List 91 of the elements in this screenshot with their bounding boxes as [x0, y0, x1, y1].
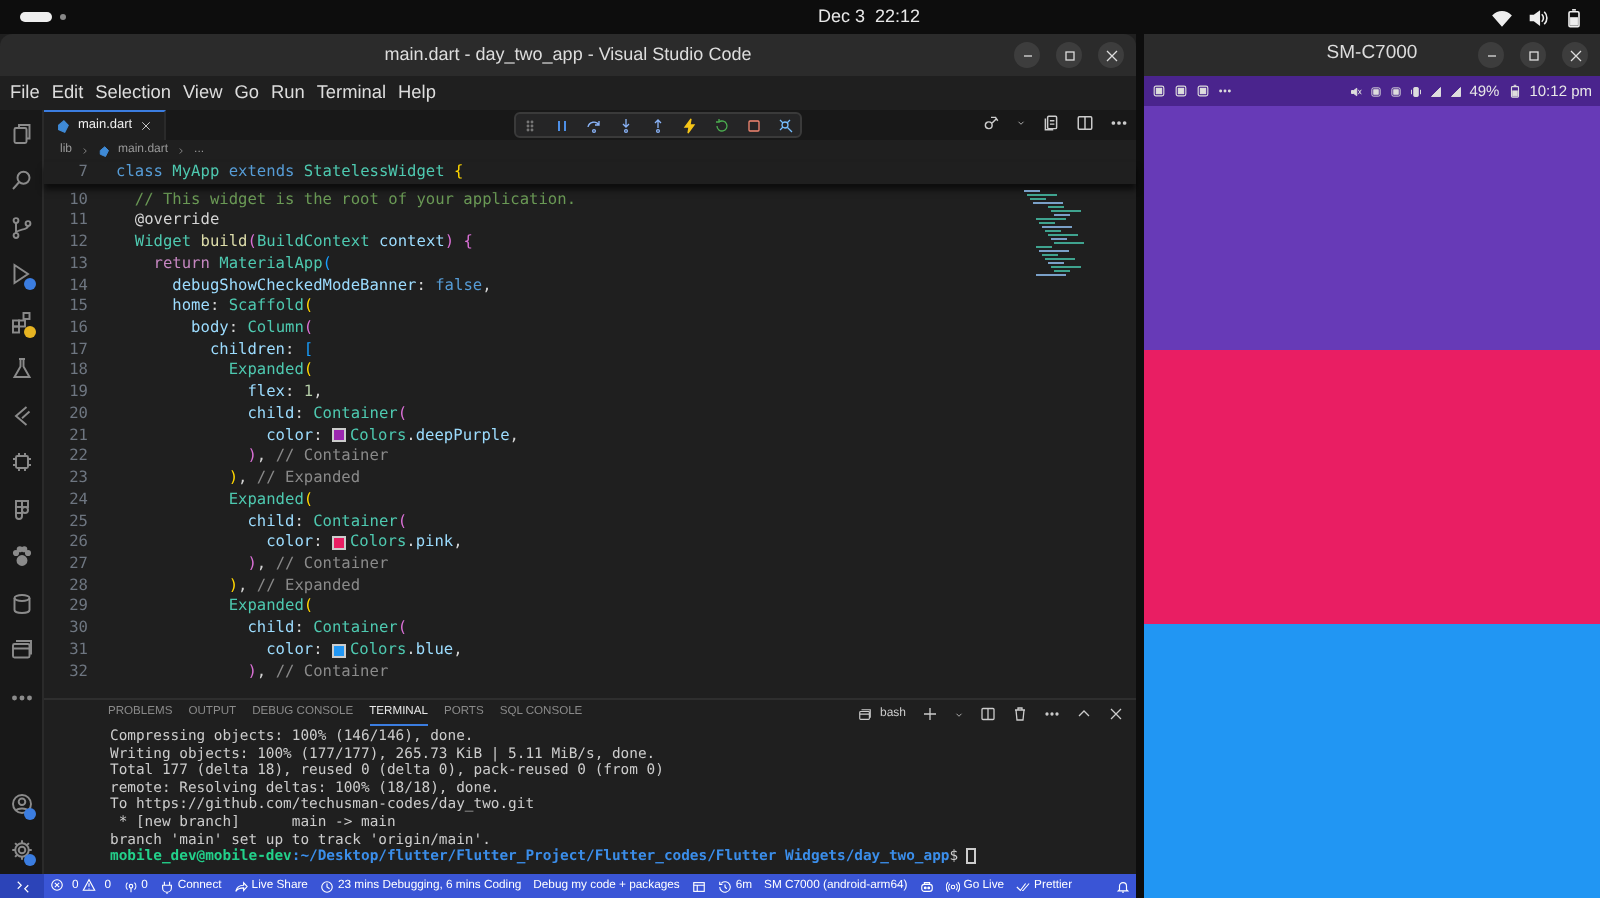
minimize-button[interactable] [1014, 42, 1040, 68]
activities-icon[interactable] [20, 12, 52, 22]
close-icon [1103, 47, 1119, 63]
remote-icon[interactable] [15, 879, 29, 893]
battery-icon[interactable] [1563, 7, 1584, 27]
menu-item[interactable]: File [4, 79, 46, 107]
close-icon[interactable] [140, 120, 153, 132]
close-button[interactable] [1098, 42, 1124, 68]
caret-icon [80, 146, 91, 156]
warning-icon [82, 878, 97, 893]
dart-file-icon [56, 119, 70, 133]
notification-icon [1369, 85, 1382, 97]
maximize-button[interactable] [1056, 42, 1082, 68]
close-icon [1567, 47, 1583, 63]
step-out-icon[interactable] [650, 117, 666, 133]
plug-icon [159, 879, 174, 893]
maximize-button[interactable] [1520, 42, 1546, 68]
mute-icon [1349, 85, 1362, 97]
error-icon [50, 878, 64, 893]
menu-item[interactable]: Run [264, 79, 311, 107]
wifi-icon[interactable] [1491, 7, 1512, 27]
broadcast-icon [945, 879, 960, 893]
double-check-icon [1016, 879, 1031, 893]
pause-icon[interactable] [554, 117, 570, 133]
color-swatch[interactable] [331, 536, 346, 551]
layout-icon[interactable] [691, 879, 706, 893]
blocks-icon[interactable] [9, 309, 33, 334]
close-button[interactable] [1562, 42, 1588, 68]
cylinder-icon[interactable] [9, 591, 33, 616]
history-icon [717, 879, 732, 893]
speaker-icon[interactable] [1527, 7, 1548, 27]
stop-icon[interactable] [746, 117, 762, 133]
share-icon [233, 879, 248, 893]
clock[interactable]: Dec 3 22:12 [637, 3, 921, 31]
chevron-icon[interactable] [9, 403, 33, 428]
paw-icon[interactable] [9, 544, 33, 569]
step-into-icon[interactable] [618, 117, 634, 133]
settings-icon[interactable] [9, 838, 33, 863]
restart-icon[interactable] [714, 117, 730, 133]
color-swatch[interactable] [331, 643, 346, 658]
vibrate-icon [1409, 85, 1422, 97]
run-menu-icon[interactable] [982, 114, 1000, 132]
close-icon[interactable] [1108, 706, 1124, 722]
chevron-up-icon[interactable] [1076, 706, 1092, 722]
notification-icon [1174, 84, 1188, 98]
text-cursor [966, 848, 977, 865]
shapes-icon[interactable] [9, 497, 33, 522]
flask-icon[interactable] [9, 356, 33, 381]
notification-icon [1152, 84, 1166, 98]
caret-icon[interactable] [1016, 118, 1026, 128]
branch-icon[interactable] [9, 215, 33, 240]
plus-icon[interactable] [922, 706, 938, 722]
files-icon[interactable] [9, 121, 33, 146]
notification-icon [1389, 85, 1402, 97]
stacked-windows-icon[interactable] [857, 707, 872, 721]
chip-icon[interactable] [9, 450, 33, 475]
account-icon[interactable] [9, 791, 33, 816]
maximize-icon [1525, 47, 1541, 63]
play-icon[interactable] [9, 262, 33, 287]
split-editor-icon[interactable] [1076, 114, 1094, 132]
color-swatch[interactable] [331, 428, 346, 443]
minimize-button[interactable] [1478, 42, 1504, 68]
menu-item[interactable]: Help [392, 79, 442, 107]
caret-icon [176, 146, 187, 156]
menu-item[interactable]: View [176, 79, 229, 107]
antenna-icon [123, 879, 138, 893]
maximize-icon [1061, 47, 1077, 63]
menu-item[interactable]: Go [228, 79, 265, 107]
step-over-icon[interactable] [586, 117, 602, 133]
workspace-dot-icon [60, 14, 66, 20]
menu-item[interactable]: Terminal [310, 79, 393, 107]
split-editor-icon[interactable] [980, 706, 996, 722]
compare-icon[interactable] [1042, 114, 1060, 132]
stopwatch-icon [319, 879, 334, 893]
window-title: SM-C7000 [1326, 40, 1418, 69]
menu-item[interactable]: Selection [89, 79, 177, 107]
window-title: main.dart - day_two_app - Visual Studio Code [384, 41, 752, 68]
lightning-icon[interactable] [682, 117, 698, 133]
notification-icon [1196, 84, 1210, 98]
bell-icon[interactable] [1116, 879, 1130, 893]
menu-item[interactable]: Edit [45, 79, 90, 107]
grip-icon[interactable] [522, 117, 538, 133]
more-icon [1218, 84, 1232, 98]
battery-icon [1507, 84, 1522, 98]
dart-file-icon [98, 145, 111, 157]
stacked-windows-icon[interactable] [9, 638, 33, 663]
trash-icon[interactable] [1012, 706, 1028, 722]
caret-icon[interactable] [954, 709, 964, 719]
robot-icon[interactable] [919, 879, 934, 893]
inspect-icon[interactable] [778, 117, 794, 133]
search-icon[interactable] [9, 168, 33, 193]
